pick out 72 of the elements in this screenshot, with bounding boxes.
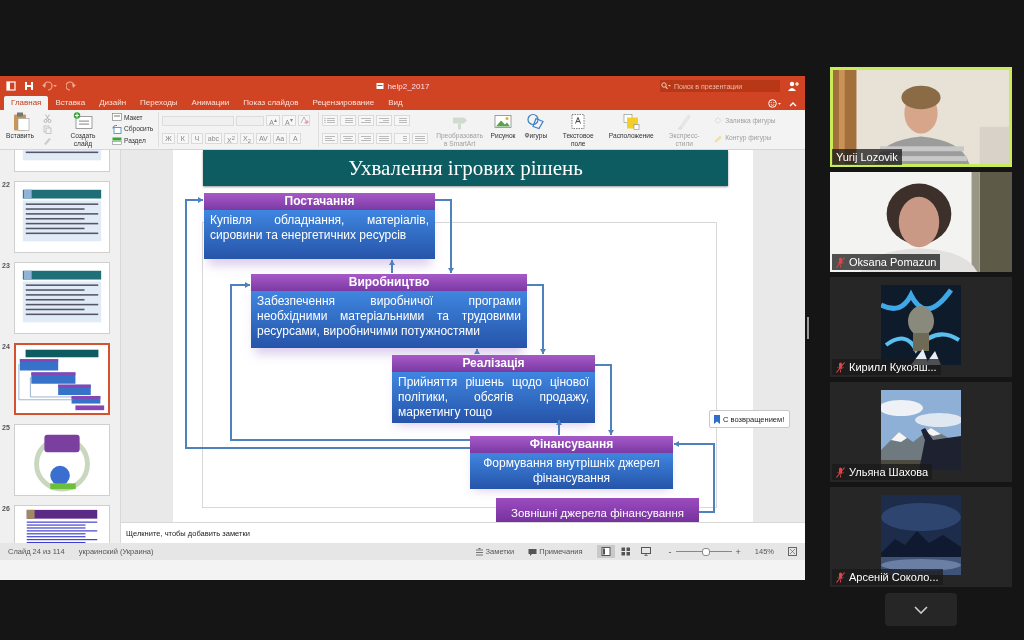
bookmark-icon <box>714 414 720 424</box>
redo-icon[interactable] <box>66 81 76 91</box>
decrease-indent-icon[interactable] <box>357 115 374 127</box>
reset-icon <box>111 125 122 134</box>
add-person-icon[interactable] <box>788 81 799 91</box>
participant-name: Oksana Pomazun <box>849 256 937 268</box>
picture-icon <box>493 112 514 131</box>
chevron-down-icon <box>914 605 928 614</box>
participant-name: Кирилл Кукояш... <box>849 361 937 373</box>
scissors-icon[interactable] <box>42 114 52 123</box>
participant-name: Yurij Lozovik <box>836 151 898 163</box>
layout-icon <box>111 113 122 123</box>
ribbon-tab[interactable]: Главная <box>4 96 49 110</box>
numbered-list-icon[interactable] <box>339 115 356 127</box>
increase-indent-icon[interactable] <box>375 115 392 127</box>
undo-icon[interactable] <box>42 81 58 91</box>
clear-format-icon[interactable] <box>297 115 310 127</box>
resize-handle[interactable] <box>806 317 809 339</box>
box-text: Формування внутрішніх джерел фінансування <box>470 453 673 489</box>
align-left-icon[interactable] <box>321 132 338 144</box>
normal-view-icon <box>600 547 611 556</box>
collapse-icon[interactable] <box>789 100 797 107</box>
slide-sorter-icon <box>620 547 631 556</box>
justify-icon[interactable] <box>375 132 392 144</box>
outline-icon <box>713 133 724 143</box>
presenter-icon <box>640 547 651 556</box>
connector-arrow <box>526 284 546 355</box>
section-icon <box>111 136 122 146</box>
connector-arrow <box>594 364 614 436</box>
process-box: Зовнішні джерела фінансування <box>496 498 699 523</box>
align-right-icon[interactable] <box>357 132 374 144</box>
arrange-icon <box>621 112 642 131</box>
search-icon <box>660 80 672 92</box>
window-title: help2_2017 <box>387 81 430 91</box>
text-direction-icon[interactable] <box>411 132 428 144</box>
box-text: Прийняття рішень щодо цінової політики, обсягів продажу, маркетингу тощо <box>392 372 595 423</box>
ribbon-tab[interactable]: Анимации <box>184 96 237 110</box>
ribbon-tab[interactable]: Показ слайдов <box>236 96 306 110</box>
box-heading: Постачання <box>204 193 435 210</box>
align-center-icon[interactable] <box>339 132 356 144</box>
view-button[interactable] <box>596 545 615 558</box>
participant-name: Арсеній Соколо... <box>849 571 939 583</box>
box-heading: Виробництво <box>251 274 527 291</box>
box-heading: Реалізація <box>392 355 595 372</box>
slider-thumb[interactable] <box>702 548 711 556</box>
connector-arrow <box>556 419 562 436</box>
slide-thumbnail[interactable] <box>14 343 110 415</box>
brush-icon[interactable] <box>42 136 52 145</box>
comment-icon <box>528 547 538 556</box>
smiley-icon[interactable] <box>768 99 783 108</box>
document-icon <box>375 82 384 90</box>
sidebar-icon[interactable] <box>6 81 16 91</box>
shapes-icon <box>525 112 546 131</box>
zoom-out-button[interactable]: - <box>668 546 672 557</box>
ribbon-tab[interactable]: Рецензирование <box>305 96 382 110</box>
slide-title: Ухвалення ігрових рішень <box>203 150 728 186</box>
ribbon-tab[interactable]: Дизайн <box>92 96 134 110</box>
ribbon-tab[interactable]: Вставка <box>48 96 93 110</box>
connector-arrow <box>474 348 480 355</box>
bullet-list-icon[interactable] <box>321 115 338 127</box>
box-text: Забезпечення виробничої програми необхідними матеріальними та трудовими ресурсами, виробничими потужностями <box>251 291 527 348</box>
box-text: Купівля обладнання, матеріалів, сировини та енергетичних ресурсів <box>204 210 435 259</box>
ribbon-tab[interactable]: Переходы <box>133 96 185 110</box>
copy-icon[interactable] <box>42 125 52 134</box>
box-heading: Фінансування <box>470 436 673 453</box>
participant-name: Ульяна Шахова <box>849 466 929 478</box>
zoom-in-button[interactable]: + <box>735 546 741 557</box>
new-slide-icon <box>72 112 93 131</box>
notes-icon <box>474 547 484 556</box>
line-spacing-icon[interactable] <box>393 115 410 127</box>
fit-to-window-icon[interactable] <box>788 547 797 556</box>
ribbon-tab[interactable]: Вид <box>381 96 410 110</box>
